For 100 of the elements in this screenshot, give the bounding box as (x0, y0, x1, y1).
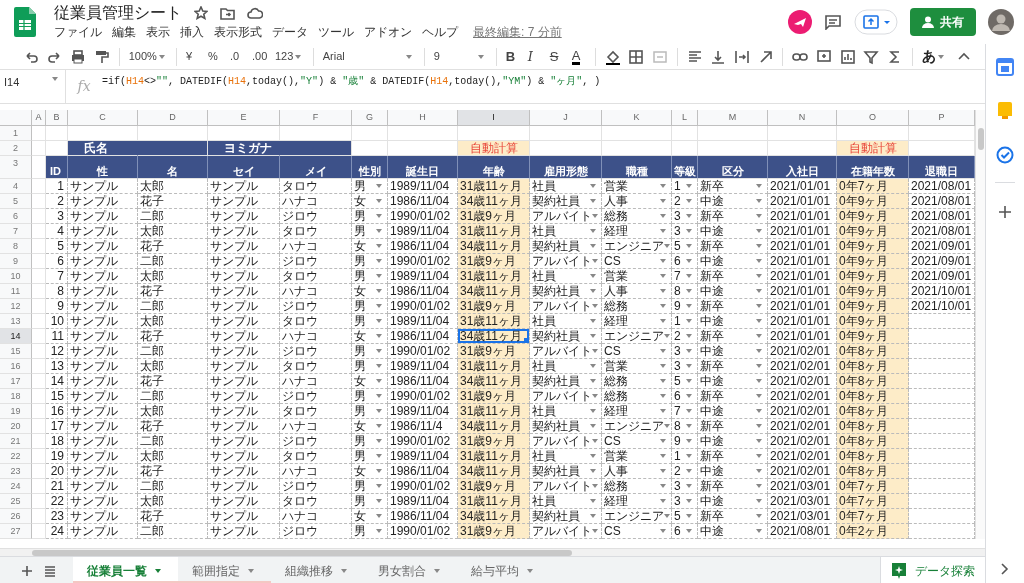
dropdown-cell[interactable]: 1 (672, 179, 698, 194)
dropdown-cell[interactable]: 営業 (602, 359, 672, 374)
dropdown-cell[interactable]: 8 (672, 284, 698, 299)
table-cell[interactable]: 0年8ヶ月 (837, 344, 909, 359)
dropdown-cell[interactable]: 9 (672, 434, 698, 449)
dropdown-cell[interactable]: 契約社員 (530, 239, 602, 254)
dropdown-cell[interactable]: 新卒 (698, 239, 768, 254)
dropdown-cell[interactable]: 社員 (530, 269, 602, 284)
row-number[interactable]: 8 (0, 239, 32, 254)
dropdown-cell[interactable]: 経理 (602, 404, 672, 419)
table-cell[interactable]: 0年9ヶ月 (837, 254, 909, 269)
dropdown-cell[interactable]: 経理 (602, 314, 672, 329)
dropdown-cell[interactable]: 3 (672, 209, 698, 224)
dropdown-cell[interactable]: 契約社員 (530, 374, 602, 389)
table-cell[interactable]: 31歳9ヶ月 (458, 299, 530, 314)
folder-icon[interactable] (220, 6, 235, 20)
dropdown-cell[interactable]: 営業 (602, 179, 672, 194)
dropdown-cell[interactable]: エンジニア (602, 329, 672, 344)
dropdown-cell[interactable]: アルバイト (530, 524, 602, 539)
dropdown-cell[interactable]: 新卒 (698, 269, 768, 284)
dropdown-cell[interactable]: 社員 (530, 359, 602, 374)
dropdown-cell[interactable]: 9 (672, 299, 698, 314)
table-cell[interactable]: 0年9ヶ月 (837, 224, 909, 239)
table-cell[interactable]: 31歳9ヶ月 (458, 524, 530, 539)
row-number[interactable]: 12 (0, 299, 32, 314)
dropdown-cell[interactable]: アルバイト (530, 254, 602, 269)
dropdown-cell[interactable]: エンジニア (602, 419, 672, 434)
column-header[interactable]: F (280, 110, 352, 126)
dropdown-cell[interactable]: アルバイト (530, 389, 602, 404)
explore-button[interactable]: データ探索 (880, 557, 985, 583)
dropdown-cell[interactable]: 契約社員 (530, 464, 602, 479)
dropdown-cell[interactable]: 新卒 (698, 359, 768, 374)
column-header[interactable]: I (458, 110, 530, 126)
dropdown-cell[interactable]: 男 (352, 359, 388, 374)
dropdown-cell[interactable]: 男 (352, 344, 388, 359)
dropdown-cell[interactable]: 新卒 (698, 209, 768, 224)
dropdown-cell[interactable]: 2 (672, 194, 698, 209)
row-number[interactable]: 16 (0, 359, 32, 374)
table-cell[interactable]: 0年9ヶ月 (837, 284, 909, 299)
dropdown-cell[interactable]: 男 (352, 254, 388, 269)
dropdown-cell[interactable]: 中途 (698, 524, 768, 539)
dropdown-cell[interactable]: 社員 (530, 494, 602, 509)
dropdown-cell[interactable]: 3 (672, 359, 698, 374)
column-header[interactable]: J (530, 110, 602, 126)
dropdown-cell[interactable]: 総務 (602, 299, 672, 314)
dropdown-cell[interactable]: 営業 (602, 449, 672, 464)
menu-item[interactable]: データ (267, 23, 313, 41)
strikethrough-button[interactable]: S (546, 45, 567, 68)
table-cell[interactable]: 34歳11ヶ月 (458, 194, 530, 209)
dropdown-cell[interactable]: CS (602, 524, 672, 539)
table-cell[interactable]: 34歳11ヶ月 (458, 464, 530, 479)
decimal-decrease-button[interactable]: .0 (227, 45, 247, 68)
share-button[interactable]: 共有 (910, 8, 976, 36)
dropdown-cell[interactable]: 7 (672, 404, 698, 419)
dropdown-cell[interactable]: 女 (352, 509, 388, 524)
row-number[interactable]: 4 (0, 179, 32, 194)
dropdown-cell[interactable]: 新卒 (698, 389, 768, 404)
formula-input[interactable]: =if(H14<>"", DATEDIF(H14,today(),"Y") & "歳" & DATEDIF(H14,today(),"YM") & "ヶ月", ) (102, 70, 985, 103)
dropdown-cell[interactable]: 中途 (698, 494, 768, 509)
row-number[interactable]: 26 (0, 509, 32, 524)
dropdown-cell[interactable]: 3 (672, 494, 698, 509)
menu-item[interactable]: ヘルプ (417, 23, 463, 41)
row-number[interactable]: 1 (0, 126, 32, 141)
dropdown-cell[interactable]: 6 (672, 254, 698, 269)
sheet-tab[interactable]: 給与平均 (457, 557, 550, 583)
table-cell[interactable]: 0年9ヶ月 (837, 194, 909, 209)
italic-button[interactable]: I (524, 45, 545, 68)
text-color-button[interactable]: A (568, 45, 589, 68)
dropdown-cell[interactable]: 新卒 (698, 299, 768, 314)
dropdown-cell[interactable]: アルバイト (530, 209, 602, 224)
dropdown-cell[interactable]: 2 (672, 329, 698, 344)
dropdown-cell[interactable]: CS (602, 344, 672, 359)
row-number[interactable]: 27 (0, 524, 32, 539)
column-header[interactable]: M (698, 110, 768, 126)
dropdown-cell[interactable]: 男 (352, 524, 388, 539)
calendar-icon[interactable] (996, 58, 1014, 76)
row-number[interactable]: 25 (0, 494, 32, 509)
row-number[interactable]: 21 (0, 434, 32, 449)
row-number[interactable]: 6 (0, 209, 32, 224)
menu-item[interactable]: 挿入 (175, 23, 209, 41)
column-header[interactable]: C (68, 110, 138, 126)
table-cell[interactable]: 0年7ヶ月 (837, 494, 909, 509)
airplane-badge-icon[interactable] (788, 10, 812, 34)
table-cell[interactable]: 31歳9ヶ月 (458, 344, 530, 359)
table-cell[interactable]: 0年8ヶ月 (837, 449, 909, 464)
table-cell[interactable]: 0年7ヶ月 (837, 509, 909, 524)
table-cell[interactable]: 31歳11ヶ月 (458, 404, 530, 419)
bold-button[interactable]: B (502, 45, 523, 68)
row-number[interactable]: 3 (0, 156, 32, 179)
dropdown-cell[interactable]: アルバイト (530, 434, 602, 449)
dropdown-cell[interactable]: 経理 (602, 494, 672, 509)
dropdown-cell[interactable]: 女 (352, 464, 388, 479)
dropdown-cell[interactable]: 契約社員 (530, 329, 602, 344)
dropdown-cell[interactable]: 中途 (698, 314, 768, 329)
table-cell[interactable]: 34歳11ヶ月 (458, 419, 530, 434)
table-cell[interactable]: 0年8ヶ月 (837, 374, 909, 389)
table-cell[interactable]: 31歳9ヶ月 (458, 254, 530, 269)
dropdown-cell[interactable]: 中途 (698, 224, 768, 239)
name-box[interactable]: I14 (0, 70, 66, 103)
table-cell[interactable]: 34歳11ヶ月 (458, 239, 530, 254)
